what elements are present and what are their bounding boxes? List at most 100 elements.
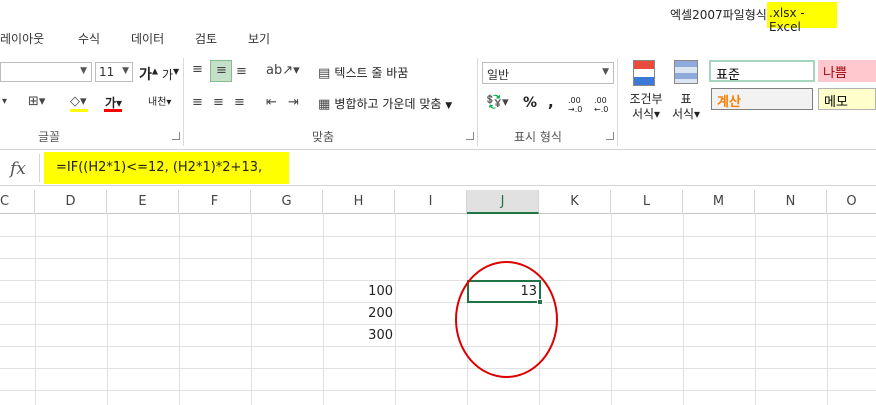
conditional-format-button[interactable]: 조건부 서식▾ — [626, 58, 666, 122]
align-right-icon[interactable]: ≡ — [234, 95, 245, 110]
style-normal[interactable]: 표준 — [709, 60, 815, 83]
merge-cells-icon: ▦ — [318, 97, 335, 112]
tab-formulas[interactable]: 수식 — [78, 30, 100, 47]
format-as-table-label-line2: 서식 — [671, 107, 695, 121]
grid-line — [107, 214, 108, 405]
formula-input[interactable]: =IF((H2*1)<=12, (H2*1)*2+13, — [56, 160, 262, 175]
conditional-format-label-line2: 서식 — [631, 107, 655, 121]
column-header-c[interactable]: C — [0, 190, 35, 214]
down-arrow-icon: ▼ — [173, 67, 180, 76]
grid-line — [0, 258, 876, 259]
column-header-n[interactable]: N — [755, 190, 827, 214]
column-header-f[interactable]: F — [179, 190, 251, 214]
font-size-dropdown[interactable]: 11 ▼ — [95, 62, 133, 82]
accounting-format-icon[interactable]: 💱▾ — [486, 95, 509, 110]
fill-color-icon[interactable]: ◇▾ — [70, 94, 87, 109]
column-header-e[interactable]: E — [107, 190, 179, 214]
grid-line — [0, 390, 876, 391]
font-size-value: 11 — [99, 65, 115, 79]
chevron-down-icon: ▼ — [602, 67, 609, 77]
table-format-icon — [674, 60, 698, 84]
grid-line — [827, 214, 828, 405]
merge-center-button[interactable]: ▦ 병합하고 가운데 맞춤 ▼ — [318, 95, 452, 112]
orientation-icon[interactable]: ab↗▾ — [266, 63, 300, 78]
align-middle-icon: ≡ — [216, 63, 227, 78]
tab-review[interactable]: 검토 — [195, 30, 217, 47]
column-header-k[interactable]: K — [539, 190, 611, 214]
tab-page-layout[interactable]: 레이아웃 — [0, 30, 44, 47]
cell-h5[interactable]: 300 — [323, 328, 393, 343]
column-header-i[interactable]: I — [395, 190, 467, 214]
column-header-g[interactable]: G — [251, 190, 323, 214]
grow-font-button[interactable]: 가▲ — [139, 64, 158, 84]
dropdown-arrow-icon[interactable]: ▾ — [2, 96, 7, 107]
up-arrow-icon: ▲ — [151, 66, 159, 76]
align-left-icon[interactable]: ≡ — [192, 95, 203, 110]
group-label-alignment: 맞춤 — [312, 130, 335, 144]
annotation-circle — [455, 261, 558, 378]
grid-line — [395, 214, 396, 405]
column-header-o[interactable]: O — [827, 190, 876, 214]
align-bottom-icon[interactable]: ≡ — [236, 64, 247, 79]
style-bad[interactable]: 나쁨 — [818, 60, 876, 82]
number-dialog-launcher-icon[interactable] — [606, 132, 614, 140]
column-header-j[interactable]: J — [467, 190, 539, 214]
format-as-table-label-line1: 표 — [680, 92, 692, 106]
conditional-format-icon — [633, 60, 655, 86]
chevron-down-icon: ▼ — [122, 66, 129, 76]
shrink-font-button[interactable]: 가▼ — [162, 66, 179, 83]
format-as-table-button[interactable]: 표 서식▾ — [668, 58, 704, 122]
percent-button[interactable]: % — [523, 95, 537, 111]
wrap-text-icon: ▤ — [318, 66, 335, 81]
number-format-dropdown[interactable]: 일반 ▼ — [482, 62, 614, 84]
grid-line — [0, 368, 876, 369]
increase-decimal-button[interactable]: .00 →.0 — [568, 96, 590, 114]
chevron-down-icon: ▼ — [445, 101, 453, 111]
grid-line — [611, 214, 612, 405]
column-header-h[interactable]: H — [323, 190, 395, 214]
grid-line — [683, 214, 684, 405]
decrease-indent-icon[interactable]: ⇤ — [266, 95, 277, 110]
insert-function-icon[interactable]: fx — [10, 159, 26, 179]
wrap-text-button[interactable]: ▤ 텍스트 줄 바꿈 — [318, 64, 408, 81]
chevron-down-icon: ▼ — [80, 66, 87, 76]
conditional-format-label-line1: 조건부 — [629, 92, 663, 106]
tab-data[interactable]: 데이터 — [131, 30, 164, 47]
font-name-dropdown[interactable]: ▼ — [0, 62, 92, 82]
font-dialog-launcher-icon[interactable] — [172, 132, 180, 140]
border-icon[interactable]: ⊞▾ — [28, 94, 45, 109]
column-header-m[interactable]: M — [683, 190, 755, 214]
phonetic-button[interactable]: 내천▾ — [148, 93, 171, 108]
align-middle-button[interactable]: ≡ — [210, 60, 232, 82]
group-label-font: 글꼴 — [38, 130, 61, 144]
align-top-icon[interactable]: ≡ — [192, 62, 203, 77]
shrink-font-label: 가 — [162, 68, 174, 82]
grid-line — [35, 214, 36, 405]
style-note[interactable]: 메모 — [818, 88, 876, 110]
column-header-d[interactable]: D — [35, 190, 107, 214]
cell-h4[interactable]: 200 — [323, 306, 393, 321]
number-format-value: 일반 — [487, 68, 510, 82]
comma-button[interactable]: , — [548, 93, 554, 111]
cell-h3[interactable]: 100 — [323, 284, 393, 299]
decrease-decimal-button[interactable]: .00 ←.0 — [594, 96, 616, 114]
wrap-text-label: 텍스트 줄 바꿈 — [334, 66, 409, 80]
merge-center-label: 병합하고 가운데 맞춤 — [334, 97, 442, 111]
style-calculation[interactable]: 계산 — [711, 88, 813, 110]
separator — [617, 58, 618, 146]
align-center-icon[interactable]: ≡ — [213, 95, 224, 110]
window-title: 엑셀2007파일형식 — [670, 8, 767, 22]
fill-color-swatch — [70, 109, 88, 112]
tab-view[interactable]: 보기 — [248, 30, 270, 47]
increase-indent-icon[interactable]: ⇥ — [288, 95, 299, 110]
format-as-table-label: 표 서식▾ — [671, 92, 701, 121]
grid-line — [0, 280, 876, 281]
column-header-l[interactable]: L — [611, 190, 683, 214]
separator — [183, 58, 184, 146]
grid-line — [179, 214, 180, 405]
grid-line — [251, 214, 252, 405]
group-label-number: 표시 형식 — [514, 130, 562, 144]
grid-line — [0, 236, 876, 237]
font-color-label: 가 — [105, 96, 117, 110]
alignment-dialog-launcher-icon[interactable] — [466, 132, 474, 140]
